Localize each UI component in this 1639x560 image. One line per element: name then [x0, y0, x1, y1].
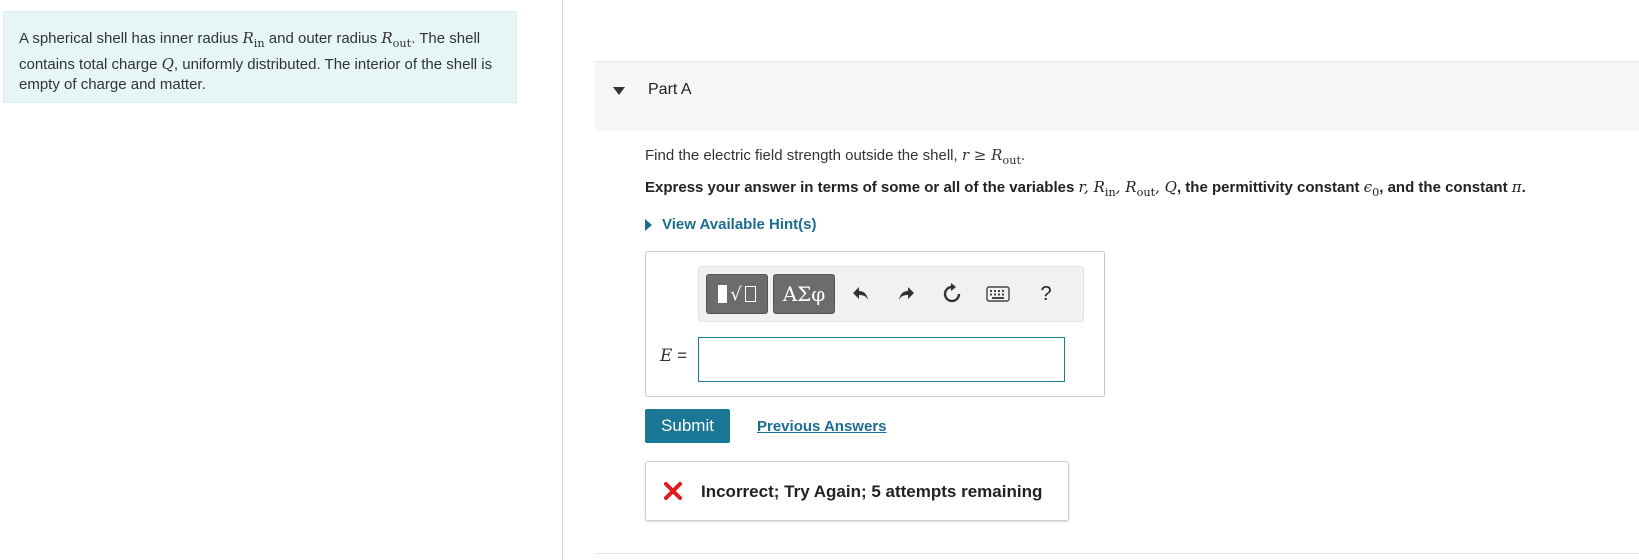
reset-button[interactable] — [935, 277, 969, 311]
error-x-icon — [664, 482, 682, 500]
answer-variable-label: E = — [660, 346, 688, 366]
math-toolbar: √ ΑΣφ ? — [698, 266, 1084, 322]
answer-input[interactable] — [698, 337, 1065, 382]
reset-icon — [943, 283, 961, 303]
keyboard-icon — [986, 286, 1010, 302]
r-out-symbol: Rout — [381, 29, 412, 50]
symbols-button[interactable]: ΑΣφ — [773, 274, 835, 314]
bottom-divider — [595, 553, 1639, 554]
collapse-caret-icon[interactable] — [613, 87, 625, 95]
problem-statement: A spherical shell has inner radius Rin a… — [3, 11, 517, 103]
feedback-message: Incorrect; Try Again; 5 attempts remaini… — [645, 461, 1069, 521]
part-title: Part A — [648, 81, 692, 98]
undo-icon — [853, 287, 868, 300]
keyboard-button[interactable] — [981, 277, 1015, 311]
instruction-text: Express your answer in terms of some or … — [645, 178, 1526, 199]
feedback-text: Incorrect; Try Again; 5 attempts remaini… — [701, 482, 1043, 501]
condition-math: r ≥ Rout — [961, 146, 1021, 167]
submit-button[interactable]: Submit — [645, 409, 730, 443]
view-hints-toggle[interactable]: View Available Hint(s) — [645, 216, 817, 233]
answer-box: √ ΑΣφ ? E = — [645, 251, 1105, 397]
templates-icon: √ — [718, 284, 756, 305]
redo-icon — [899, 287, 914, 300]
pane-divider — [562, 0, 563, 560]
templates-button[interactable]: √ — [706, 274, 768, 314]
help-button[interactable]: ? — [1029, 277, 1063, 311]
question-text: Find the electric field strength outside… — [645, 146, 1026, 167]
previous-answers-link[interactable]: Previous Answers — [757, 418, 887, 435]
part-a-header[interactable]: Part A — [595, 61, 1639, 131]
help-icon: ? — [1040, 282, 1052, 305]
redo-button[interactable] — [889, 277, 923, 311]
q-symbol: Q — [161, 55, 174, 73]
undo-button[interactable] — [844, 277, 878, 311]
r-in-symbol: Rin — [242, 29, 265, 50]
problem-text: A spherical shell has inner radius — [19, 30, 243, 47]
hint-label: View Available Hint(s) — [662, 216, 817, 233]
expand-caret-icon — [645, 219, 652, 232]
